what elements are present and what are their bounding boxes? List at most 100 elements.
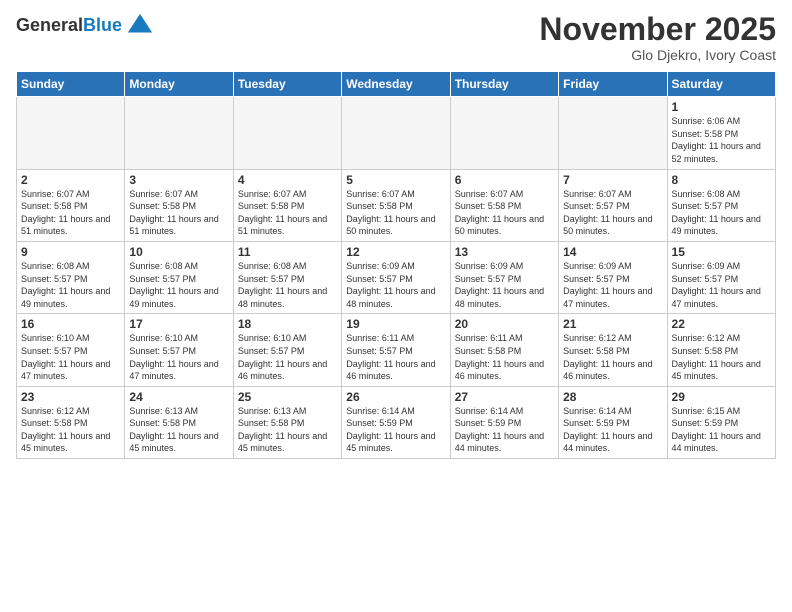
- table-row: 19Sunrise: 6:11 AMSunset: 5:57 PMDayligh…: [342, 314, 450, 386]
- table-row: 7Sunrise: 6:07 AMSunset: 5:57 PMDaylight…: [559, 169, 667, 241]
- day-number: 19: [346, 317, 445, 331]
- table-row: 10Sunrise: 6:08 AMSunset: 5:57 PMDayligh…: [125, 241, 233, 313]
- table-row: 8Sunrise: 6:08 AMSunset: 5:57 PMDaylight…: [667, 169, 775, 241]
- table-row: 5Sunrise: 6:07 AMSunset: 5:58 PMDaylight…: [342, 169, 450, 241]
- day-number: 17: [129, 317, 228, 331]
- day-info: Sunrise: 6:10 AMSunset: 5:57 PMDaylight:…: [21, 332, 120, 382]
- day-info: Sunrise: 6:07 AMSunset: 5:58 PMDaylight:…: [129, 188, 228, 238]
- day-number: 13: [455, 245, 554, 259]
- logo-blue: Blue: [83, 16, 122, 36]
- table-row: 24Sunrise: 6:13 AMSunset: 5:58 PMDayligh…: [125, 386, 233, 458]
- day-info: Sunrise: 6:12 AMSunset: 5:58 PMDaylight:…: [672, 332, 771, 382]
- day-number: 21: [563, 317, 662, 331]
- day-info: Sunrise: 6:11 AMSunset: 5:57 PMDaylight:…: [346, 332, 445, 382]
- header-saturday: Saturday: [667, 72, 775, 97]
- table-row: 12Sunrise: 6:09 AMSunset: 5:57 PMDayligh…: [342, 241, 450, 313]
- title-area: November 2025 Glo Djekro, Ivory Coast: [539, 12, 776, 63]
- table-row: 26Sunrise: 6:14 AMSunset: 5:59 PMDayligh…: [342, 386, 450, 458]
- header-tuesday: Tuesday: [233, 72, 341, 97]
- day-info: Sunrise: 6:14 AMSunset: 5:59 PMDaylight:…: [563, 405, 662, 455]
- table-row: [450, 97, 558, 169]
- day-number: 4: [238, 173, 337, 187]
- day-info: Sunrise: 6:07 AMSunset: 5:57 PMDaylight:…: [563, 188, 662, 238]
- calendar-table: Sunday Monday Tuesday Wednesday Thursday…: [16, 71, 776, 459]
- table-row: [17, 97, 125, 169]
- header-thursday: Thursday: [450, 72, 558, 97]
- header-wednesday: Wednesday: [342, 72, 450, 97]
- day-info: Sunrise: 6:12 AMSunset: 5:58 PMDaylight:…: [563, 332, 662, 382]
- day-info: Sunrise: 6:06 AMSunset: 5:58 PMDaylight:…: [672, 115, 771, 165]
- table-row: 15Sunrise: 6:09 AMSunset: 5:57 PMDayligh…: [667, 241, 775, 313]
- header-monday: Monday: [125, 72, 233, 97]
- day-info: Sunrise: 6:07 AMSunset: 5:58 PMDaylight:…: [346, 188, 445, 238]
- day-number: 23: [21, 390, 120, 404]
- day-info: Sunrise: 6:14 AMSunset: 5:59 PMDaylight:…: [346, 405, 445, 455]
- day-number: 7: [563, 173, 662, 187]
- calendar-header-row: Sunday Monday Tuesday Wednesday Thursday…: [17, 72, 776, 97]
- table-row: 11Sunrise: 6:08 AMSunset: 5:57 PMDayligh…: [233, 241, 341, 313]
- month-title: November 2025: [539, 12, 776, 47]
- day-info: Sunrise: 6:15 AMSunset: 5:59 PMDaylight:…: [672, 405, 771, 455]
- day-info: Sunrise: 6:12 AMSunset: 5:58 PMDaylight:…: [21, 405, 120, 455]
- day-number: 26: [346, 390, 445, 404]
- day-number: 9: [21, 245, 120, 259]
- day-number: 12: [346, 245, 445, 259]
- header-friday: Friday: [559, 72, 667, 97]
- day-number: 3: [129, 173, 228, 187]
- location: Glo Djekro, Ivory Coast: [539, 47, 776, 63]
- day-number: 18: [238, 317, 337, 331]
- table-row: 16Sunrise: 6:10 AMSunset: 5:57 PMDayligh…: [17, 314, 125, 386]
- table-row: 6Sunrise: 6:07 AMSunset: 5:58 PMDaylight…: [450, 169, 558, 241]
- header-sunday: Sunday: [17, 72, 125, 97]
- day-info: Sunrise: 6:09 AMSunset: 5:57 PMDaylight:…: [672, 260, 771, 310]
- table-row: 27Sunrise: 6:14 AMSunset: 5:59 PMDayligh…: [450, 386, 558, 458]
- day-info: Sunrise: 6:08 AMSunset: 5:57 PMDaylight:…: [21, 260, 120, 310]
- table-row: 28Sunrise: 6:14 AMSunset: 5:59 PMDayligh…: [559, 386, 667, 458]
- table-row: 20Sunrise: 6:11 AMSunset: 5:58 PMDayligh…: [450, 314, 558, 386]
- day-number: 1: [672, 100, 771, 114]
- day-info: Sunrise: 6:09 AMSunset: 5:57 PMDaylight:…: [346, 260, 445, 310]
- table-row: [233, 97, 341, 169]
- day-info: Sunrise: 6:10 AMSunset: 5:57 PMDaylight:…: [129, 332, 228, 382]
- logo-general: General: [16, 16, 83, 36]
- day-info: Sunrise: 6:14 AMSunset: 5:59 PMDaylight:…: [455, 405, 554, 455]
- table-row: 1Sunrise: 6:06 AMSunset: 5:58 PMDaylight…: [667, 97, 775, 169]
- table-row: 22Sunrise: 6:12 AMSunset: 5:58 PMDayligh…: [667, 314, 775, 386]
- table-row: 21Sunrise: 6:12 AMSunset: 5:58 PMDayligh…: [559, 314, 667, 386]
- page-header: General Blue November 2025 Glo Djekro, I…: [16, 12, 776, 63]
- day-number: 20: [455, 317, 554, 331]
- table-row: 3Sunrise: 6:07 AMSunset: 5:58 PMDaylight…: [125, 169, 233, 241]
- day-number: 5: [346, 173, 445, 187]
- day-info: Sunrise: 6:13 AMSunset: 5:58 PMDaylight:…: [129, 405, 228, 455]
- day-number: 29: [672, 390, 771, 404]
- table-row: 17Sunrise: 6:10 AMSunset: 5:57 PMDayligh…: [125, 314, 233, 386]
- day-info: Sunrise: 6:07 AMSunset: 5:58 PMDaylight:…: [21, 188, 120, 238]
- day-info: Sunrise: 6:09 AMSunset: 5:57 PMDaylight:…: [563, 260, 662, 310]
- table-row: 25Sunrise: 6:13 AMSunset: 5:58 PMDayligh…: [233, 386, 341, 458]
- table-row: 4Sunrise: 6:07 AMSunset: 5:58 PMDaylight…: [233, 169, 341, 241]
- day-info: Sunrise: 6:07 AMSunset: 5:58 PMDaylight:…: [455, 188, 554, 238]
- day-number: 10: [129, 245, 228, 259]
- table-row: 18Sunrise: 6:10 AMSunset: 5:57 PMDayligh…: [233, 314, 341, 386]
- day-number: 25: [238, 390, 337, 404]
- table-row: 14Sunrise: 6:09 AMSunset: 5:57 PMDayligh…: [559, 241, 667, 313]
- day-info: Sunrise: 6:08 AMSunset: 5:57 PMDaylight:…: [672, 188, 771, 238]
- day-number: 16: [21, 317, 120, 331]
- day-number: 14: [563, 245, 662, 259]
- day-number: 11: [238, 245, 337, 259]
- table-row: 23Sunrise: 6:12 AMSunset: 5:58 PMDayligh…: [17, 386, 125, 458]
- day-info: Sunrise: 6:08 AMSunset: 5:57 PMDaylight:…: [129, 260, 228, 310]
- day-info: Sunrise: 6:13 AMSunset: 5:58 PMDaylight:…: [238, 405, 337, 455]
- table-row: [559, 97, 667, 169]
- day-number: 24: [129, 390, 228, 404]
- table-row: 29Sunrise: 6:15 AMSunset: 5:59 PMDayligh…: [667, 386, 775, 458]
- day-number: 6: [455, 173, 554, 187]
- day-info: Sunrise: 6:07 AMSunset: 5:58 PMDaylight:…: [238, 188, 337, 238]
- day-info: Sunrise: 6:10 AMSunset: 5:57 PMDaylight:…: [238, 332, 337, 382]
- table-row: 2Sunrise: 6:07 AMSunset: 5:58 PMDaylight…: [17, 169, 125, 241]
- table-row: [125, 97, 233, 169]
- logo-icon: [126, 12, 154, 40]
- table-row: 9Sunrise: 6:08 AMSunset: 5:57 PMDaylight…: [17, 241, 125, 313]
- day-number: 8: [672, 173, 771, 187]
- day-number: 2: [21, 173, 120, 187]
